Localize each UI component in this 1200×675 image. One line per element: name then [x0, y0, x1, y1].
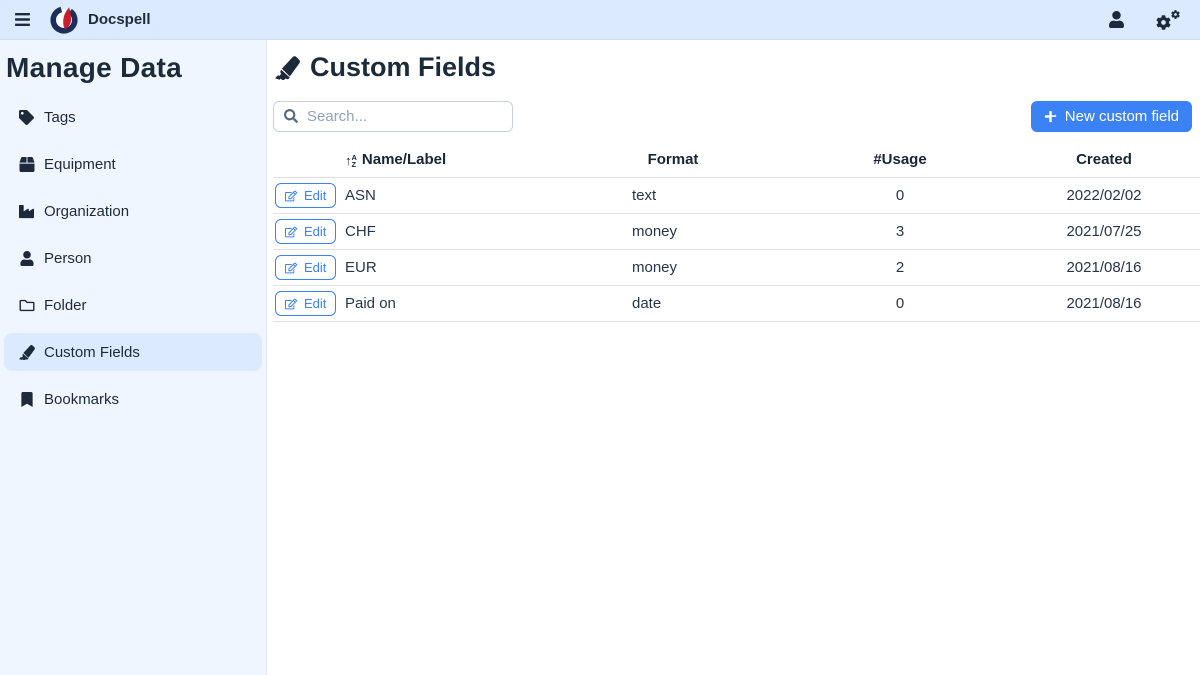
sidebar-item-bookmarks[interactable]: Bookmarks [4, 380, 262, 418]
column-header-created: Created [1008, 147, 1200, 178]
cell-created: 2021/08/16 [1008, 286, 1200, 322]
cell-usage: 0 [792, 286, 1008, 322]
bookmark-icon [18, 392, 35, 407]
cell-created: 2021/07/25 [1008, 214, 1200, 250]
edit-icon [285, 262, 297, 274]
cell-usage: 3 [792, 214, 1008, 250]
sidebar-item-label: Organization [44, 203, 129, 220]
edit-icon [285, 298, 297, 310]
new-custom-field-button[interactable]: New custom field [1031, 101, 1192, 132]
search-box [273, 101, 513, 132]
cell-usage: 0 [792, 178, 1008, 214]
search-icon [284, 109, 298, 123]
page-title: Custom Fields [273, 50, 1200, 83]
cell-format: money [554, 250, 792, 286]
edit-button[interactable]: Edit [275, 255, 336, 280]
sidebar-item-label: Equipment [44, 156, 116, 173]
cell-name: EUR [345, 250, 554, 286]
edit-icon [285, 226, 297, 238]
sidebar-item-label: Person [44, 250, 92, 267]
industry-icon [18, 204, 35, 219]
custom-fields-table: ↑AZName/Label Format #Usage Created Edit… [273, 147, 1200, 322]
edit-button-label: Edit [304, 260, 326, 275]
cell-format: date [554, 286, 792, 322]
highlighter-icon [275, 56, 300, 80]
hamburger-icon [14, 11, 31, 28]
cell-created: 2021/08/16 [1008, 250, 1200, 286]
settings-button[interactable] [1152, 6, 1184, 34]
folder-icon [18, 298, 35, 313]
sidebar-item-label: Tags [44, 109, 76, 126]
cell-created: 2022/02/02 [1008, 178, 1200, 214]
person-icon [18, 251, 35, 266]
sidebar-item-label: Custom Fields [44, 344, 140, 361]
cell-usage: 2 [792, 250, 1008, 286]
toolbar: New custom field [273, 101, 1200, 132]
cell-format: text [554, 178, 792, 214]
cell-name: ASN [345, 178, 554, 214]
edit-button[interactable]: Edit [275, 291, 336, 316]
edit-icon [285, 190, 297, 202]
edit-button[interactable]: Edit [275, 219, 336, 244]
table-header-row: ↑AZName/Label Format #Usage Created [273, 147, 1200, 178]
cogs-icon [1156, 10, 1180, 30]
table-body: Edit ASN text 0 2022/02/02 Edit CHF mone… [273, 178, 1200, 322]
edit-button-label: Edit [304, 188, 326, 203]
box-icon [18, 157, 35, 172]
column-header-usage: #Usage [792, 147, 1008, 178]
column-header-name[interactable]: ↑AZName/Label [345, 147, 554, 178]
new-custom-field-label: New custom field [1065, 108, 1179, 125]
plus-icon [1044, 110, 1057, 123]
user-icon [1109, 11, 1124, 28]
sidebar-item-organization[interactable]: Organization [4, 192, 262, 230]
sidebar-item-custom-fields[interactable]: Custom Fields [4, 333, 262, 371]
search-input[interactable] [273, 101, 513, 132]
sidebar-item-folder[interactable]: Folder [4, 286, 262, 324]
sidebar: Manage Data Tags Equipment Organization … [0, 40, 267, 675]
table-row: Edit CHF money 3 2021/07/25 [273, 214, 1200, 250]
tag-icon [18, 110, 35, 125]
cell-format: money [554, 214, 792, 250]
topbar: Docspell [0, 0, 1200, 40]
edit-column-header [273, 147, 345, 178]
column-header-format: Format [554, 147, 792, 178]
table-row: Edit Paid on date 0 2021/08/16 [273, 286, 1200, 322]
sidebar-item-tags[interactable]: Tags [4, 98, 262, 136]
cell-name: CHF [345, 214, 554, 250]
edit-button[interactable]: Edit [275, 183, 336, 208]
hamburger-menu-button[interactable] [10, 7, 35, 32]
cell-name: Paid on [345, 286, 554, 322]
docspell-logo [49, 5, 79, 35]
topbar-actions [1105, 6, 1184, 34]
sort-alpha-icon: ↑AZ [345, 154, 357, 168]
main-content: Custom Fields New custom field ↑AZName/L… [267, 40, 1200, 675]
page-title-text: Custom Fields [310, 52, 496, 83]
brand-link[interactable]: Docspell [49, 5, 151, 35]
sidebar-item-label: Folder [44, 297, 87, 314]
account-button[interactable] [1105, 7, 1128, 32]
sidebar-item-label: Bookmarks [44, 391, 119, 408]
edit-button-label: Edit [304, 224, 326, 239]
sidebar-item-equipment[interactable]: Equipment [4, 145, 262, 183]
sidebar-item-person[interactable]: Person [4, 239, 262, 277]
table-row: Edit ASN text 0 2022/02/02 [273, 178, 1200, 214]
brand-name: Docspell [88, 11, 151, 28]
table-row: Edit EUR money 2 2021/08/16 [273, 250, 1200, 286]
highlighter-icon [18, 345, 35, 360]
edit-button-label: Edit [304, 296, 326, 311]
sidebar-title: Manage Data [4, 48, 262, 98]
